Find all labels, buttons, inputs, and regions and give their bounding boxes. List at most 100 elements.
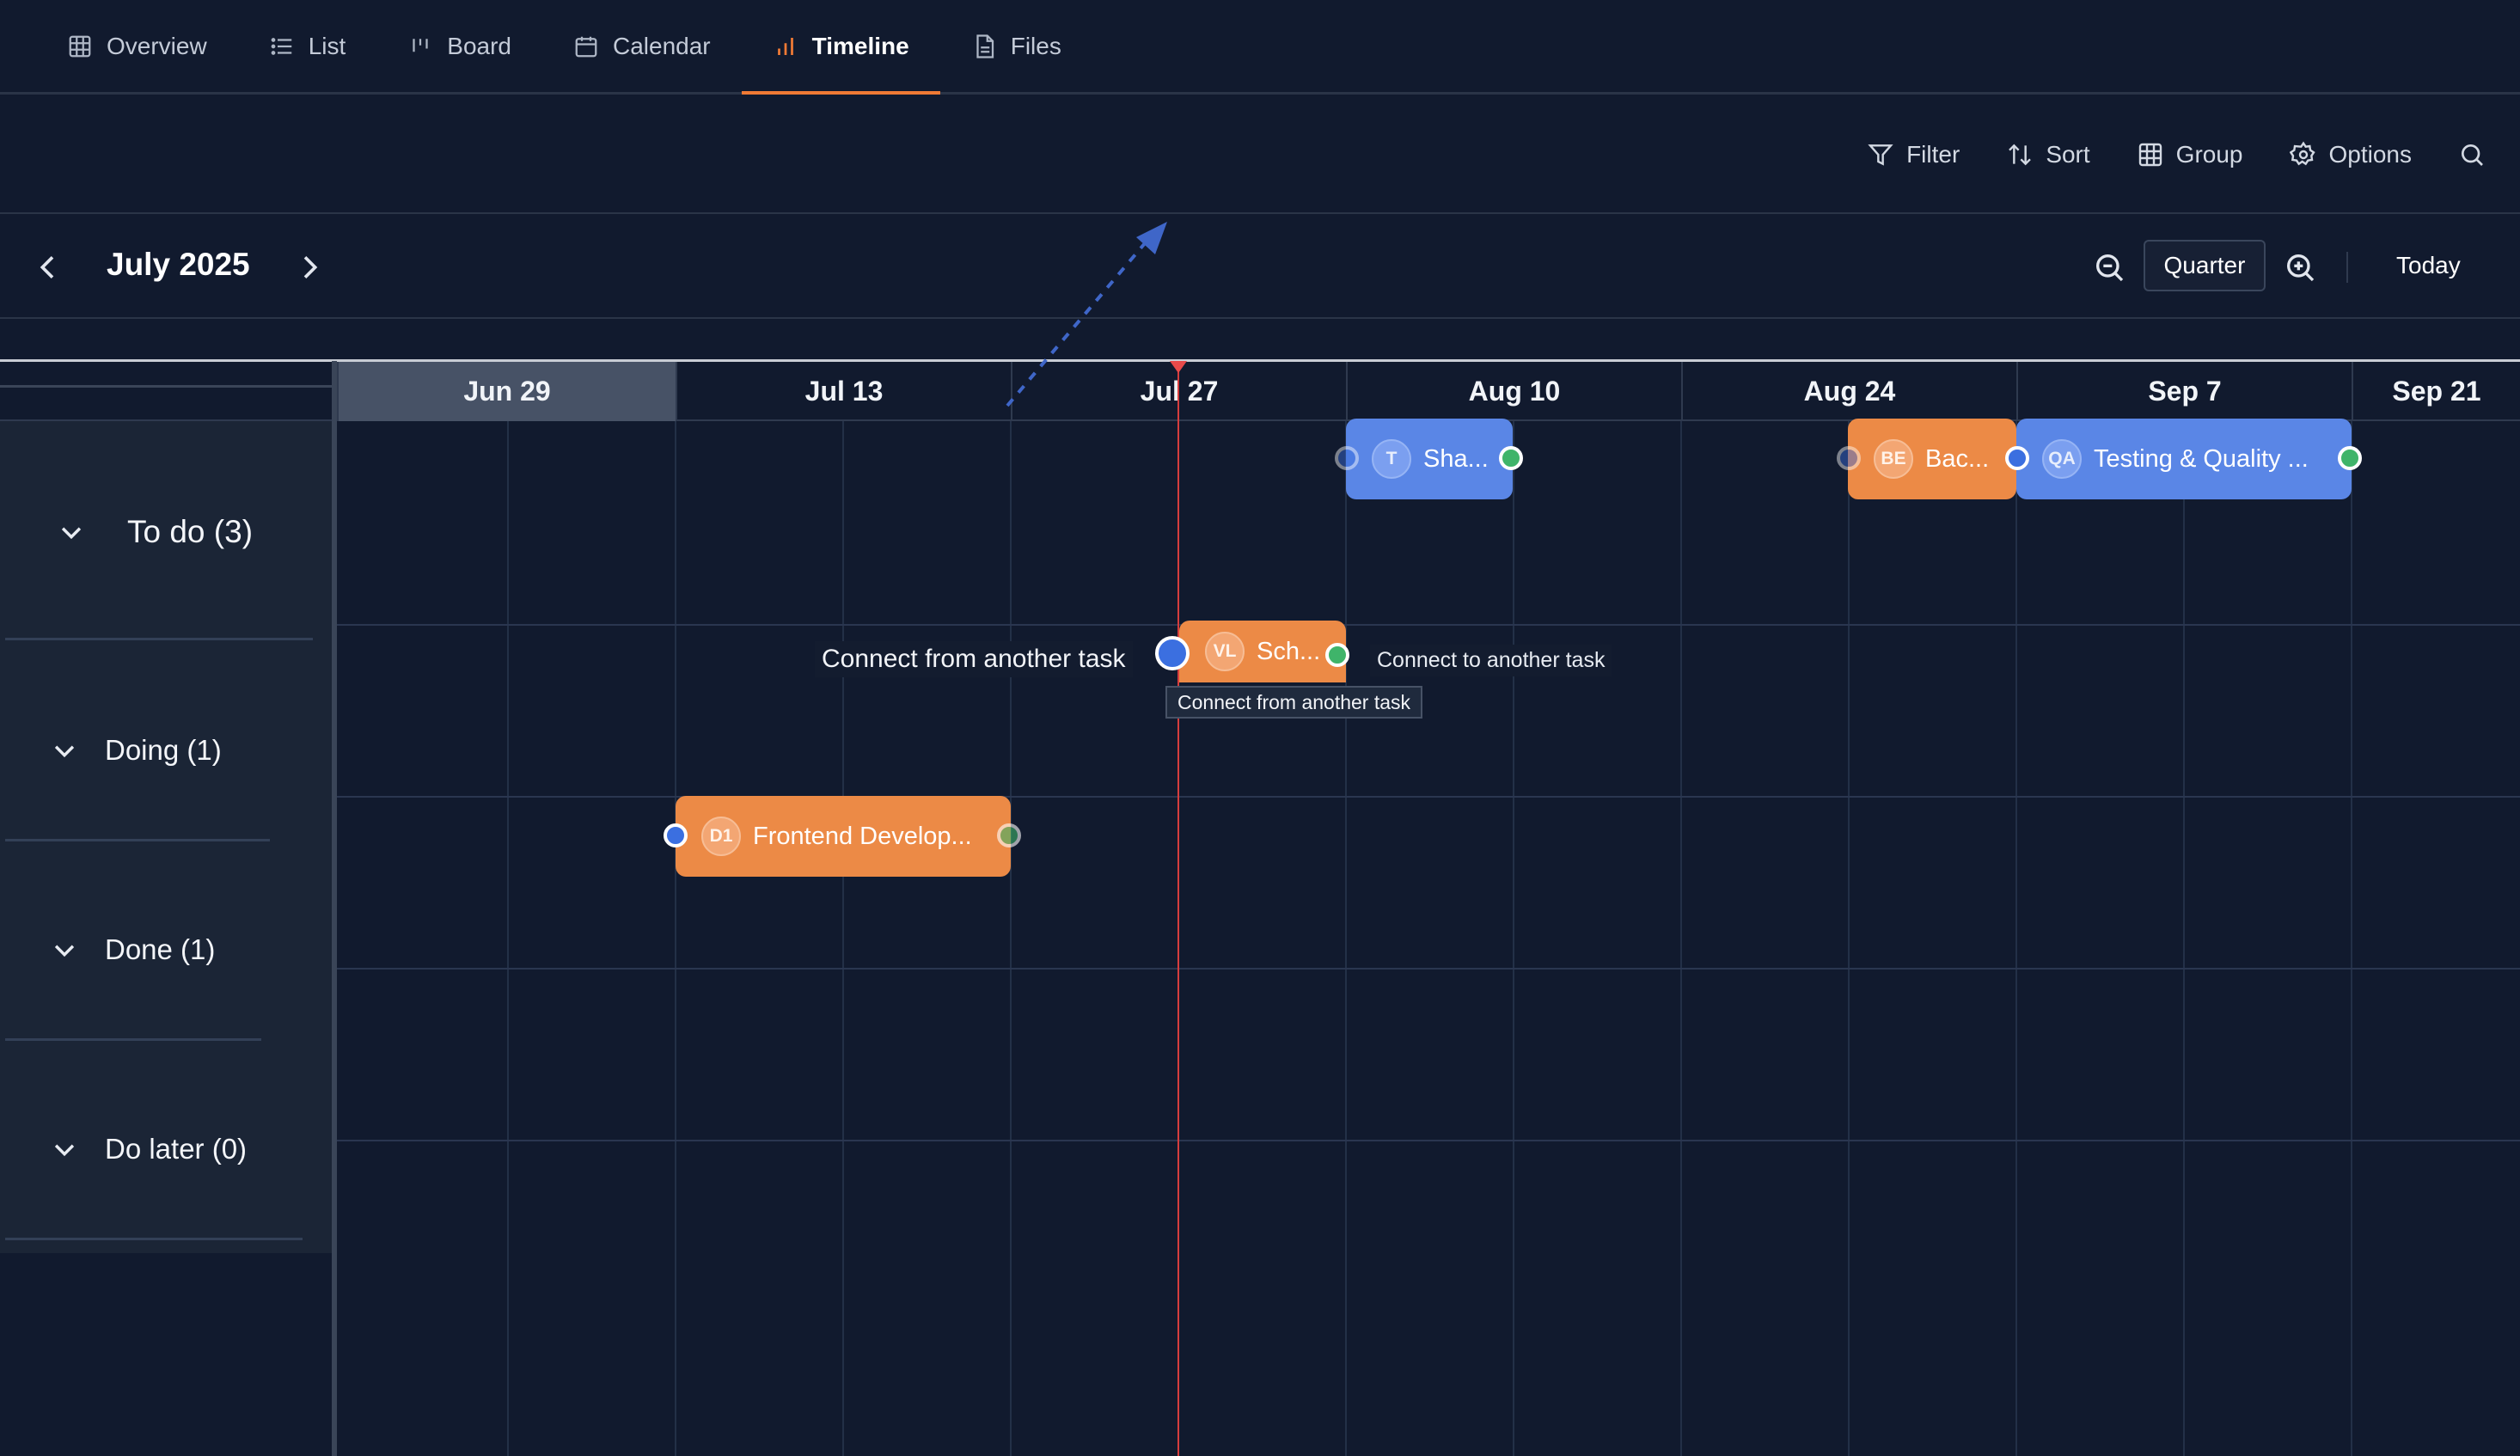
tab-timeline[interactable]: Timeline (741, 0, 940, 95)
sort-icon (2009, 144, 2032, 166)
group-label: Doing (1) (105, 734, 222, 766)
task-bar[interactable]: D1 Frontend Develop... (676, 796, 1011, 877)
grid-line (2183, 421, 2185, 1456)
connect-out-handle[interactable] (1499, 446, 1523, 470)
timeline-toolbar: Filter Sort Group Options (0, 97, 2520, 214)
tab-calendar[interactable]: Calendar (542, 0, 742, 92)
date-column-header: Sep 21 (2352, 362, 2520, 421)
connect-in-handle[interactable] (664, 823, 688, 847)
connect-out-handle[interactable] (997, 823, 1021, 847)
task-label: Testing & Quality ... (2094, 444, 2309, 473)
group-label: To do (3) (127, 514, 254, 549)
chevron-down-icon (54, 745, 75, 758)
date-column-header: Jul 13 (676, 362, 1011, 421)
search-button[interactable] (2458, 141, 2486, 168)
month-label: July 2025 (107, 247, 250, 282)
connect-in-handle[interactable] (1155, 636, 1190, 670)
grid-line (337, 1140, 2520, 1141)
search-icon (2462, 144, 2483, 166)
connect-out-handle[interactable] (1325, 643, 1349, 667)
list-icon (271, 37, 291, 55)
grid-line (2015, 421, 2017, 1456)
timeline-grid (337, 421, 2520, 1456)
tab-list[interactable]: List (238, 0, 377, 92)
group-header-doing[interactable]: Doing (1) (50, 734, 222, 767)
file-icon (976, 34, 994, 58)
grid-line (2351, 421, 2352, 1456)
zoom-in-icon[interactable] (2283, 250, 2317, 284)
tab-overview-label: Overview (107, 32, 207, 59)
group-header-done[interactable]: Done (1) (50, 933, 215, 966)
tab-board-label: Board (447, 32, 511, 59)
connect-from-hint: Connect from another task (815, 641, 1133, 677)
chevron-down-icon (54, 945, 75, 957)
sidebar-resize-handle[interactable] (332, 361, 337, 1456)
task-bar[interactable]: BE Bac... (1848, 419, 2016, 499)
view-tabs: Overview List Board Calendar Timeline Fi… (0, 0, 2520, 95)
grid-icon (2138, 143, 2162, 167)
chevron-right-icon[interactable] (292, 248, 327, 286)
connect-out-handle[interactable] (2338, 446, 2362, 470)
filter-label: Filter (1906, 141, 1960, 168)
scale-selector[interactable]: Quarter (2144, 240, 2266, 291)
group-header-do-later[interactable]: Do later (0) (50, 1133, 247, 1165)
filter-button[interactable]: Filter (1867, 141, 1960, 168)
today-marker (1170, 361, 1187, 373)
timeline-icon (777, 37, 793, 55)
task-bar[interactable]: T Sha... (1346, 419, 1513, 499)
group-sidebar: To do (3) Doing (1) Done (1) Do later (0… (0, 421, 332, 1253)
connect-in-handle[interactable] (1335, 446, 1359, 470)
group-header-todo[interactable]: To do (3) (57, 514, 253, 550)
grid-line (675, 421, 676, 1456)
group-label: Done (1) (105, 933, 216, 965)
sort-label: Sort (2046, 141, 2090, 168)
task-bar[interactable]: VL Sch... (1179, 621, 1346, 682)
grid-line (1848, 421, 1850, 1456)
today-line (1177, 365, 1179, 1456)
tab-board[interactable]: Board (376, 0, 542, 92)
connect-in-handle[interactable] (1837, 446, 1861, 470)
calendar-icon (575, 36, 597, 57)
zoom-out-icon[interactable] (2092, 250, 2126, 284)
tab-files-label: Files (1010, 32, 1061, 59)
filter-icon (1868, 144, 1893, 166)
tab-files[interactable]: Files (940, 0, 1092, 92)
task-bar[interactable]: QA Testing & Quality ... (2016, 419, 2352, 499)
date-column-header: Jun 29 (337, 362, 676, 421)
grid-line (1345, 421, 1347, 1456)
board-icon (413, 38, 428, 52)
tab-timeline-label: Timeline (811, 32, 909, 59)
tooltip: Connect from another task (1165, 686, 1423, 719)
chevron-down-icon (54, 1144, 75, 1157)
grid-icon (69, 35, 91, 57)
chevron-left-icon[interactable] (31, 248, 65, 286)
group-label: Do later (0) (105, 1133, 248, 1165)
grid-line (1513, 421, 1514, 1456)
task-label: Frontend Develop... (753, 822, 972, 850)
divider (5, 1238, 303, 1240)
task-label: Sch... (1257, 637, 1321, 665)
grid-line (337, 968, 2520, 970)
avatar: QA (2042, 439, 2082, 479)
divider (2346, 252, 2348, 283)
today-button[interactable]: Today (2396, 252, 2461, 279)
tab-overview[interactable]: Overview (36, 0, 238, 92)
chevron-down-icon (61, 527, 82, 540)
tab-calendar-label: Calendar (613, 32, 711, 59)
date-column-header: Aug 10 (1346, 362, 1681, 421)
divider (5, 839, 270, 841)
connect-in-handle[interactable] (2005, 446, 2029, 470)
divider (5, 638, 313, 640)
avatar: BE (1874, 439, 1913, 479)
grid-line (1680, 421, 1682, 1456)
sort-button[interactable]: Sort (2006, 141, 2090, 168)
date-column-header: Sep 7 (2016, 362, 2352, 421)
grid-line (1010, 421, 1012, 1456)
tab-list-label: List (308, 32, 346, 59)
date-navigation: July 2025 Quarter Today (0, 216, 2520, 319)
options-button[interactable]: Options (2289, 141, 2412, 168)
avatar: D1 (701, 817, 741, 856)
grid-line (842, 421, 844, 1456)
group-button[interactable]: Group (2137, 141, 2243, 168)
task-label: Bac... (1925, 444, 1990, 473)
